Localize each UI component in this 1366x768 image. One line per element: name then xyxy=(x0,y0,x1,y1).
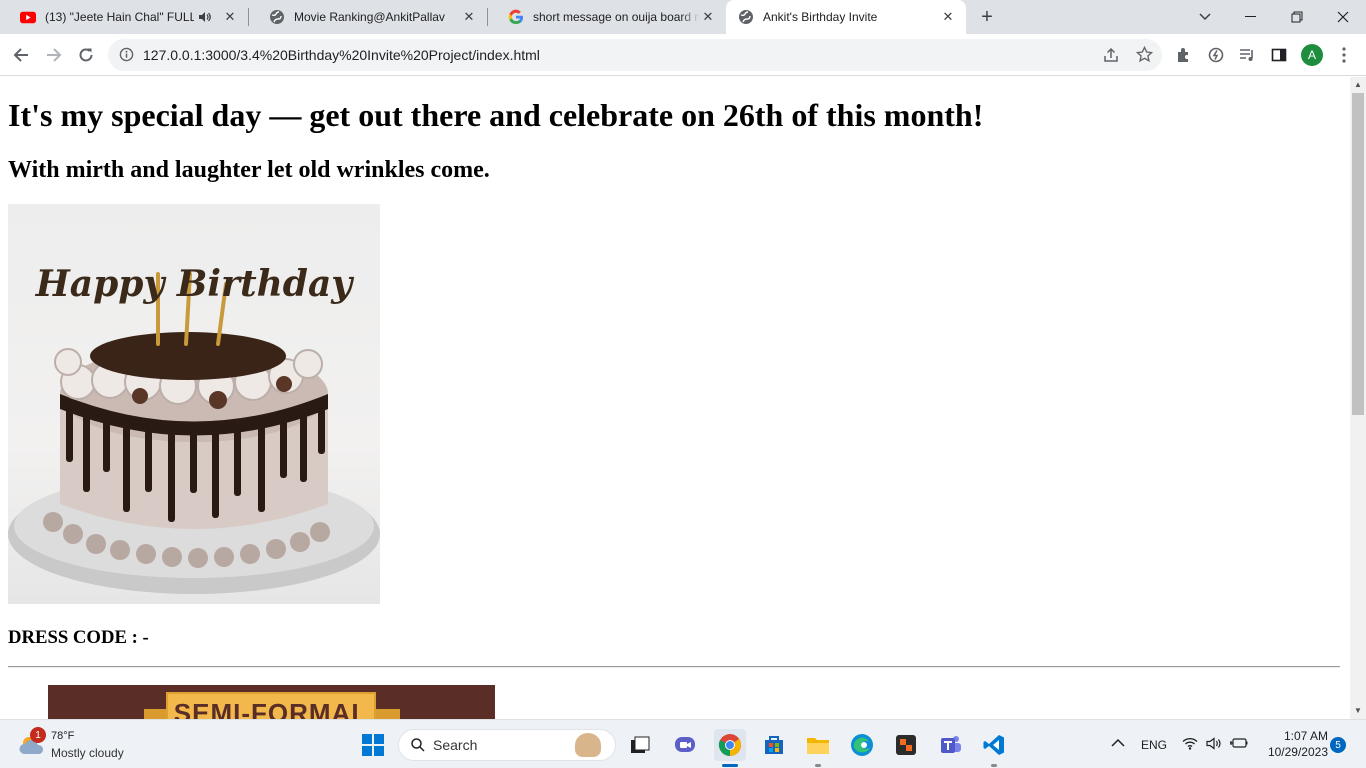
scrollbar-thumb[interactable] xyxy=(1352,93,1364,415)
search-label: Search xyxy=(433,737,478,753)
performance-icon[interactable] xyxy=(1202,41,1230,69)
running-indicator xyxy=(815,764,821,767)
invite-subheading: With mirth and laughter let old wrinkles… xyxy=(8,157,490,183)
tab-title: short message on ouija board m xyxy=(533,10,700,24)
start-button[interactable] xyxy=(357,729,389,761)
restore-icon[interactable] xyxy=(1285,5,1309,29)
file-explorer-icon[interactable] xyxy=(802,729,834,767)
bookmark-star-icon[interactable] xyxy=(1135,45,1154,68)
url-text: 127.0.0.1:3000/3.4%20Birthday%20Invite%2… xyxy=(143,47,540,63)
dress-code-banner: SEMI-FORMAL xyxy=(166,692,376,719)
scroll-up-icon[interactable]: ▲ xyxy=(1354,80,1362,89)
share-icon[interactable] xyxy=(1103,47,1119,68)
tab-movie-ranking[interactable]: Movie Ranking@AnkitPallav ✕ xyxy=(249,0,487,34)
side-panel-icon[interactable] xyxy=(1265,41,1293,69)
weather-widget[interactable]: 1 78°F Mostly cloudy xyxy=(16,727,146,762)
teams-icon[interactable] xyxy=(934,729,966,761)
chrome-taskbar-icon[interactable] xyxy=(714,729,746,767)
forward-icon[interactable] xyxy=(40,41,68,69)
dress-code-image: SEMI-FORMAL xyxy=(48,685,495,719)
tab-search-icon[interactable] xyxy=(1193,5,1217,29)
battery-icon[interactable] xyxy=(1230,737,1248,752)
page-viewport: It's my special day — get out there and … xyxy=(0,77,1350,719)
weather-badge: 1 xyxy=(30,727,46,743)
media-control-icon[interactable] xyxy=(1233,41,1261,69)
task-view-icon[interactable] xyxy=(624,729,656,761)
invite-heading: It's my special day — get out there and … xyxy=(8,97,984,133)
volume-icon[interactable] xyxy=(1206,737,1222,753)
tab-birthday-invite[interactable]: Ankit's Birthday Invite ✕ xyxy=(726,0,966,34)
language-indicator[interactable]: ENG xyxy=(1141,738,1167,752)
close-tab-icon[interactable]: ✕ xyxy=(461,9,477,25)
avatar: A xyxy=(1301,44,1323,66)
clock-time: 1:07 AM xyxy=(1283,729,1328,743)
globe-icon xyxy=(738,9,754,25)
close-tab-icon[interactable]: ✕ xyxy=(222,9,238,25)
edge-icon[interactable] xyxy=(846,729,878,761)
profile-avatar[interactable]: A xyxy=(1298,41,1326,69)
birthday-cake-image: Happy Birthday xyxy=(8,204,380,604)
weather-condition: Mostly cloudy xyxy=(51,746,124,760)
divider xyxy=(8,666,1340,668)
google-icon xyxy=(508,9,524,25)
youtube-icon xyxy=(20,9,36,25)
close-window-icon[interactable] xyxy=(1331,5,1355,29)
close-tab-icon[interactable]: ✕ xyxy=(940,9,956,25)
tab-title: (13) "Jeete Hain Chal" FULL xyxy=(45,10,194,24)
search-highlight-icon xyxy=(575,733,601,757)
tab-strip: (13) "Jeete Hain Chal" FULL ✕ Movie Rank… xyxy=(0,0,1366,34)
notification-badge[interactable]: 5 xyxy=(1330,737,1346,753)
back-icon[interactable] xyxy=(7,41,35,69)
new-tab-button[interactable]: + xyxy=(975,5,999,29)
extensions-icon[interactable] xyxy=(1170,41,1198,69)
running-indicator xyxy=(991,764,997,767)
taskbar-search[interactable]: Search xyxy=(398,729,616,761)
windows-taskbar: 1 78°F Mostly cloudy Search ENG 1:07 AM … xyxy=(0,719,1366,768)
wifi-icon[interactable] xyxy=(1182,737,1198,753)
store-icon[interactable] xyxy=(758,729,790,761)
teams-chat-icon[interactable] xyxy=(669,729,701,761)
globe-icon xyxy=(269,9,285,25)
clock[interactable]: 1:07 AM 10/29/2023 xyxy=(1258,729,1328,759)
clock-date: 10/29/2023 xyxy=(1267,745,1328,759)
active-indicator xyxy=(722,764,738,767)
dress-code-text: SEMI-FORMAL xyxy=(173,698,369,719)
search-icon xyxy=(411,738,425,752)
tab-title: Ankit's Birthday Invite xyxy=(763,10,878,24)
minimize-icon[interactable] xyxy=(1239,5,1263,29)
vscode-icon[interactable] xyxy=(978,729,1010,767)
tab-google-search[interactable]: short message on ouija board m ✕ xyxy=(488,0,726,34)
reload-icon[interactable] xyxy=(72,41,100,69)
tab-youtube[interactable]: (13) "Jeete Hain Chal" FULL ✕ xyxy=(0,0,248,34)
show-hidden-icons[interactable] xyxy=(1111,737,1125,751)
site-info-icon[interactable] xyxy=(119,47,134,67)
dress-code-label: DRESS CODE : - xyxy=(8,627,149,648)
app-orange-icon[interactable] xyxy=(890,729,922,761)
scroll-down-icon[interactable]: ▼ xyxy=(1354,706,1362,715)
browser-toolbar: 127.0.0.1:3000/3.4%20Birthday%20Invite%2… xyxy=(0,34,1366,76)
speaker-icon[interactable] xyxy=(198,11,214,23)
menu-kebab-icon[interactable] xyxy=(1330,41,1358,69)
vertical-scrollbar[interactable]: ▲ ▼ xyxy=(1350,77,1366,719)
temperature: 78°F xyxy=(51,730,75,742)
address-bar[interactable]: 127.0.0.1:3000/3.4%20Birthday%20Invite%2… xyxy=(108,39,1162,71)
cake-topper-text: Happy Birthday xyxy=(35,263,355,305)
tab-title: Movie Ranking@AnkitPallav xyxy=(294,10,445,24)
close-tab-icon[interactable]: ✕ xyxy=(700,9,716,25)
